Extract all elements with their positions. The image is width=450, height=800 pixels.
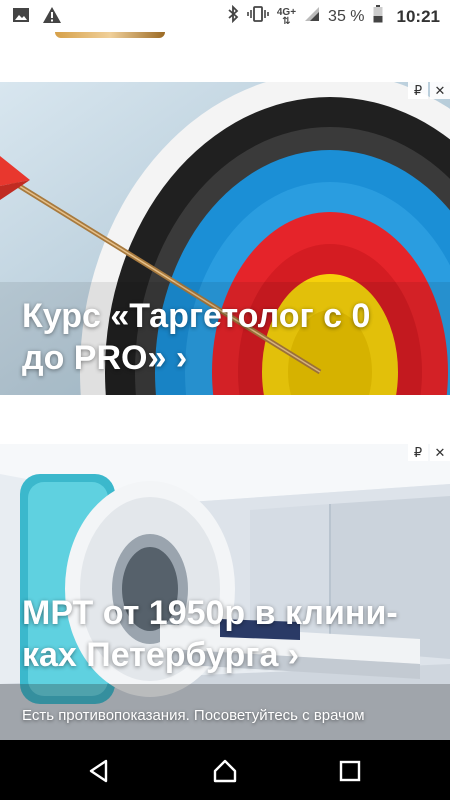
ad-title[interactable]: МРТ от 1950р в клини-ках Петербурга › [22, 592, 442, 676]
ad-card-targetologist-course[interactable]: ₽ ✕ Курс «Таргетолог с 0 до PRO» › [0, 82, 450, 395]
close-icon[interactable]: ✕ [430, 444, 450, 461]
close-icon[interactable]: ✕ [430, 82, 450, 99]
navigation-bar [0, 740, 450, 800]
ad-card-mri-clinic[interactable]: ₽ ✕ МРТ от 1950р в клини-ках Петербурга … [0, 444, 450, 740]
bluetooth-icon [227, 4, 239, 28]
clock: 10:21 [396, 6, 440, 26]
network-type-label: 4G+ [276, 6, 297, 18]
previous-card-edge[interactable] [55, 32, 165, 38]
image-icon [12, 7, 30, 28]
warning-icon [42, 6, 62, 29]
recents-icon[interactable] [337, 758, 363, 784]
ad-disclaimer: Есть противопоказания. Посоветуйтесь с в… [22, 707, 365, 724]
signal-icon [304, 6, 320, 27]
ad-title[interactable]: Курс «Таргетолог с 0 до PRO» › [22, 295, 402, 379]
back-icon[interactable] [86, 758, 112, 784]
ad-payment-badge[interactable]: ₽ [408, 444, 428, 461]
network-type: 4G+ ⇅ [276, 6, 297, 27]
status-bar: 4G+ ⇅ 35 % 10:21 [0, 0, 450, 32]
home-icon[interactable] [212, 758, 238, 784]
battery-icon [373, 5, 383, 28]
ad-payment-badge[interactable]: ₽ [408, 82, 428, 99]
vibrate-icon [247, 5, 269, 28]
battery-percent: 35 % [328, 7, 365, 25]
